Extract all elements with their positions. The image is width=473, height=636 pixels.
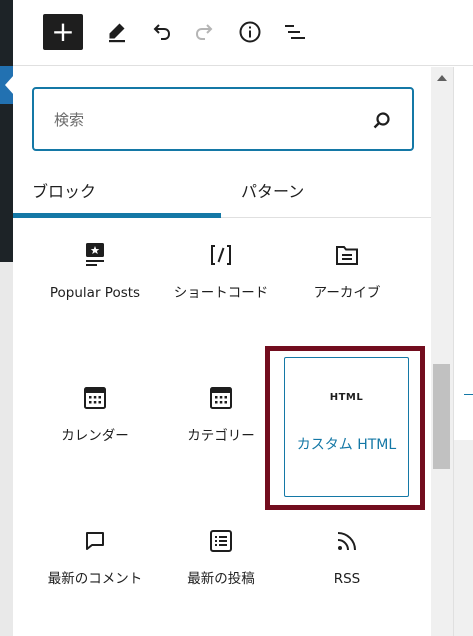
block-label: カレンダー	[61, 428, 129, 444]
block-popular-posts[interactable]: Popular Posts	[33, 239, 157, 303]
block-inserter-panel: 検索 ブロック パターン Popular Posts ショートコード アーカイブ…	[13, 67, 431, 636]
block-label: RSS	[333, 571, 361, 587]
plus-icon: +	[51, 15, 75, 48]
list-icon	[210, 530, 232, 552]
archive-icon	[336, 246, 358, 265]
popular-posts-icon	[86, 243, 104, 266]
block-label: アーカイブ	[313, 285, 381, 301]
redo-icon	[195, 24, 213, 40]
list-view-icon	[285, 25, 305, 39]
details-button[interactable]	[230, 14, 270, 50]
settings-sidebar-lower	[454, 440, 473, 636]
scrollbar-thumb[interactable]	[433, 364, 450, 469]
block-latest-posts[interactable]: 最新の投稿	[159, 525, 283, 589]
rss-icon	[337, 532, 356, 551]
block-label: ショートコード	[173, 285, 269, 301]
editor-toolbar: +	[13, 0, 473, 66]
edit-tool-button[interactable]	[97, 14, 137, 50]
block-calendar[interactable]: カレンダー	[33, 382, 157, 446]
search-input[interactable]: 検索	[54, 109, 84, 130]
category-icon	[210, 387, 232, 409]
block-rss[interactable]: RSS	[285, 525, 409, 589]
tab-patterns[interactable]: パターン	[241, 178, 304, 202]
undo-icon	[153, 24, 171, 40]
block-label: カスタム HTML	[296, 437, 397, 453]
pencil-icon	[109, 23, 125, 43]
block-latest-comments[interactable]: 最新のコメント	[33, 525, 157, 589]
redo-button[interactable]	[185, 14, 225, 50]
inserter-tabs: ブロック パターン	[13, 166, 431, 218]
block-archive[interactable]: アーカイブ	[285, 239, 409, 303]
scroll-up-arrow-icon[interactable]	[437, 75, 447, 81]
calendar-icon	[84, 387, 106, 409]
html-icon: HTML	[329, 392, 364, 403]
panel-scrollbar[interactable]	[431, 67, 453, 636]
block-shortcode[interactable]: ショートコード	[159, 239, 283, 303]
block-custom-html[interactable]: HTML カスタム HTML	[284, 357, 409, 497]
block-label: Popular Posts	[49, 285, 141, 301]
block-label: 最新のコメント	[47, 571, 143, 587]
settings-link-edge	[464, 367, 473, 395]
admin-sidebar-lower	[0, 262, 13, 636]
info-icon	[239, 21, 261, 43]
undo-button[interactable]	[141, 14, 181, 50]
tab-blocks[interactable]: ブロック	[32, 178, 96, 202]
list-view-button[interactable]	[275, 14, 315, 50]
active-tab-indicator	[13, 213, 221, 218]
comment-icon	[86, 532, 104, 550]
search-field[interactable]: 検索	[32, 87, 414, 151]
add-block-button[interactable]: +	[43, 14, 83, 50]
settings-sidebar-edge	[453, 67, 473, 636]
block-label: 最新の投稿	[187, 571, 255, 587]
search-icon[interactable]	[372, 111, 392, 131]
shortcode-icon	[211, 245, 231, 265]
